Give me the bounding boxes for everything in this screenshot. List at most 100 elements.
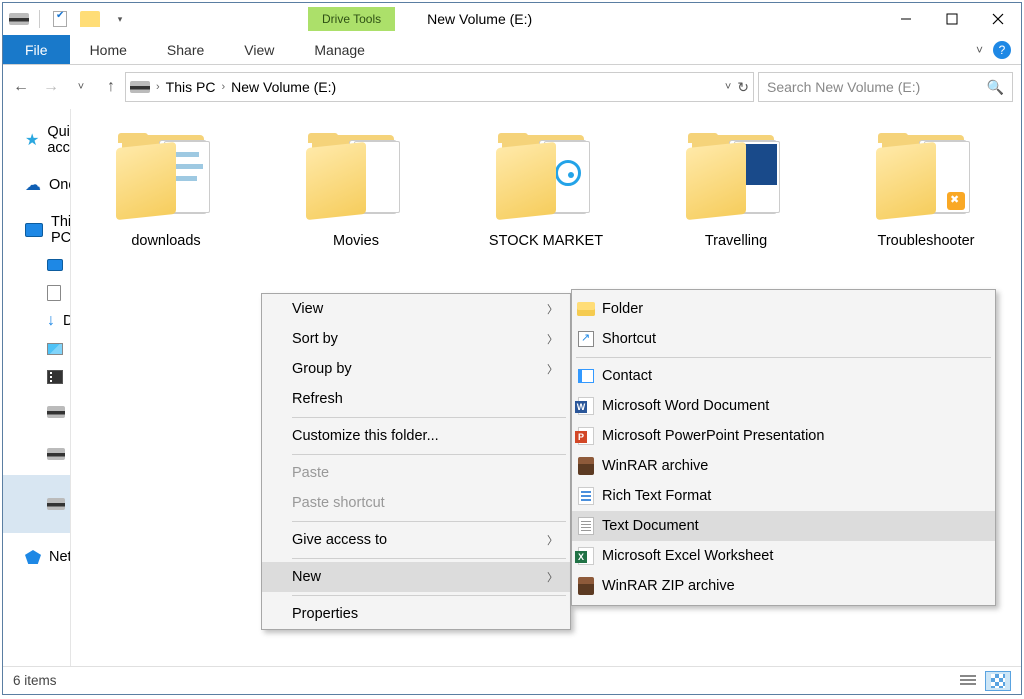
ctx-refresh[interactable]: Refresh [262,384,570,414]
ctx-label: Microsoft PowerPoint Presentation [602,428,824,444]
folder-label: Troubleshooter [861,233,991,249]
folder-label: Movies [291,233,421,249]
chevron-right-icon[interactable]: › [221,81,225,93]
sidebar-item-acer[interactable]: Acer (C:) [3,391,70,433]
star-icon: ★ [25,131,39,149]
address-bar[interactable]: › This PC › New Volume (E:) ˅ ↻ [125,72,754,102]
rtf-icon [576,486,596,506]
folder-movies[interactable]: Movies [291,131,421,249]
ribbon-tab-file[interactable]: File [3,35,70,64]
sidebar-item-quick-access[interactable]: ★ Quick access [3,119,70,161]
ctx-label: Folder [602,301,643,317]
properties-icon[interactable] [50,10,70,28]
folder-travelling[interactable]: Travelling [671,131,801,249]
address-dropdown-icon[interactable]: ˅ [725,81,731,93]
sidebar-item-desktop[interactable]: Desktop [3,251,70,279]
minimize-button[interactable] [883,3,929,35]
details-view-button[interactable] [955,671,981,691]
ctx-label: Microsoft Excel Worksheet [602,548,773,564]
folder-icon [686,131,786,221]
sidebar-item-videos[interactable]: Videos [3,363,70,391]
ctx-new-word[interactable]: Microsoft Word Document [572,391,995,421]
ctx-group-by[interactable]: Group by〉 [262,354,570,384]
context-menu: View〉 Sort by〉 Group by〉 Refresh Customi… [261,293,571,630]
forward-button[interactable]: → [41,78,61,96]
separator [576,357,991,358]
new-folder-icon[interactable] [80,10,100,28]
ribbon-tab-view[interactable]: View [224,35,294,64]
ctx-new-folder[interactable]: Folder [572,294,995,324]
chevron-right-icon[interactable]: › [156,81,160,93]
ctx-label: Sort by [292,331,338,347]
chevron-right-icon: 〉 [547,301,558,317]
window-controls [883,3,1021,35]
breadcrumb-current[interactable]: New Volume (E:) [231,79,336,95]
folder-stock-market[interactable]: STOCK MARKET [481,131,611,249]
sidebar-label: Downloads [63,313,71,329]
search-input[interactable]: Search New Volume (E:) 🔍 [758,72,1013,102]
ctx-new-shortcut[interactable]: Shortcut [572,324,995,354]
ctx-new-text-document[interactable]: Text Document [572,511,995,541]
drive-icon [47,403,65,421]
icons-view-button[interactable] [985,671,1011,691]
ctx-new-rtf[interactable]: Rich Text Format [572,481,995,511]
ribbon-tab-share[interactable]: Share [147,35,224,64]
ctx-new[interactable]: New〉 [262,562,570,592]
chevron-right-icon: 〉 [547,361,558,377]
ctx-new-contact[interactable]: Contact [572,361,995,391]
drive-tools-tab[interactable]: Drive Tools [308,7,395,31]
drive-icon [9,10,29,28]
maximize-button[interactable] [929,3,975,35]
sidebar-item-network[interactable]: Network [3,543,70,571]
sidebar-label: Quick access [47,124,71,156]
sidebar-label: OneDrive [49,177,71,193]
ribbon-tab-home[interactable]: Home [70,35,147,64]
shortcut-icon [576,329,596,349]
powerpoint-icon [576,426,596,446]
refresh-icon[interactable]: ↻ [737,79,749,96]
ctx-label: Refresh [292,391,343,407]
excel-icon [576,546,596,566]
ribbon-tab-manage[interactable]: Manage [294,35,385,64]
folder-troubleshooter[interactable]: Troubleshooter [861,131,991,249]
ctx-new-zip[interactable]: WinRAR ZIP archive [572,571,995,601]
up-button[interactable]: ↑ [101,78,121,96]
recent-locations-icon[interactable]: ˅ [71,81,91,93]
ctx-new-powerpoint[interactable]: Microsoft PowerPoint Presentation [572,421,995,451]
ctx-new-rar[interactable]: WinRAR archive [572,451,995,481]
ribbon-tabs: File Home Share View Manage ˅ ? [3,35,1021,65]
ctx-sort-by[interactable]: Sort by〉 [262,324,570,354]
ctx-give-access[interactable]: Give access to〉 [262,525,570,555]
ctx-properties[interactable]: Properties [262,599,570,629]
ctx-label: WinRAR ZIP archive [602,578,735,594]
sidebar-item-this-pc[interactable]: This PC [3,209,70,251]
ctx-label: Paste [292,465,329,481]
customize-qat-icon[interactable]: ▾ [110,10,130,28]
ribbon-collapse-icon[interactable]: ˅ [976,43,983,57]
breadcrumb-this-pc[interactable]: This PC [166,79,216,95]
ctx-label: New [292,569,321,585]
ctx-view[interactable]: View〉 [262,294,570,324]
status-bar: 6 items [3,666,1021,694]
separator [292,595,566,596]
ctx-label: Text Document [602,518,699,534]
sidebar-label: Network [49,549,71,565]
sidebar-item-pictures[interactable]: Pictures [3,335,70,363]
ctx-customize[interactable]: Customize this folder... [262,421,570,451]
sidebar-item-onedrive[interactable]: ☁OneDrive [3,171,70,199]
back-button[interactable]: ← [11,78,31,96]
search-placeholder: Search New Volume (E:) [767,79,920,95]
folder-icon [116,131,216,221]
folder-downloads[interactable]: downloads [101,131,231,249]
help-icon[interactable]: ? [993,41,1011,59]
sidebar-item-documents[interactable]: Documents [3,279,70,307]
zip-icon [576,576,596,596]
sidebar-item-new-volume[interactable]: New Volume (E:) [3,475,70,533]
ctx-label: Contact [602,368,652,384]
ctx-label: Shortcut [602,331,656,347]
ctx-new-excel[interactable]: Microsoft Excel Worksheet [572,541,995,571]
close-button[interactable] [975,3,1021,35]
sidebar-item-downloads[interactable]: ↓Downloads [3,307,70,335]
separator [292,417,566,418]
sidebar-item-data[interactable]: Data (D:) [3,433,70,475]
